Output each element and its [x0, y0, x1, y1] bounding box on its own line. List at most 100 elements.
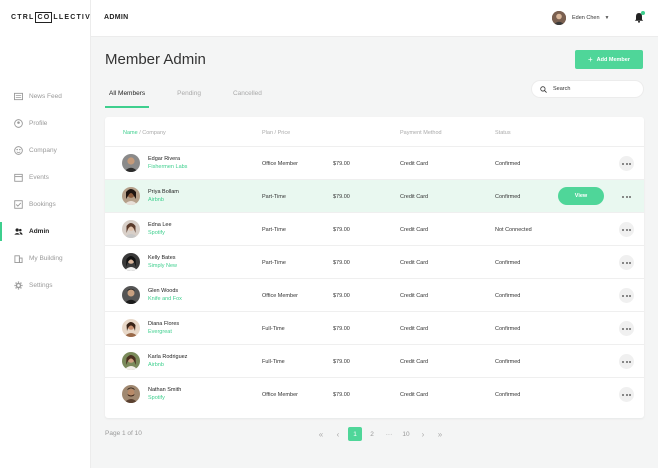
- table-row[interactable]: Kelly Bates Simply New Part-Time $79.00 …: [105, 245, 644, 278]
- page-info: Page 1 of 10: [105, 430, 142, 437]
- sidebar: CTRL CO LLECTIVE News Feed Profile Compa…: [0, 0, 96, 468]
- more-options-button[interactable]: [619, 288, 634, 303]
- member-name: Glen Woods: [148, 288, 179, 294]
- member-company-link[interactable]: Simply New: [148, 263, 177, 269]
- calendar-icon: [13, 173, 23, 183]
- member-company-link[interactable]: Fishermen Labs: [148, 164, 187, 170]
- page-current[interactable]: 1: [348, 427, 362, 441]
- member-tabs: All Members Pending Cancelled: [105, 84, 290, 108]
- table-row[interactable]: Karla Rodriguez Airbnb Full-Time $79.00 …: [105, 344, 644, 377]
- news-icon: [13, 92, 23, 102]
- member-avatar: [122, 286, 140, 304]
- sidebar-item-label: Admin: [29, 228, 50, 235]
- more-options-button[interactable]: [619, 222, 634, 237]
- member-price: $79.00: [333, 194, 350, 200]
- member-payment: Credit Card: [400, 392, 429, 398]
- member-name: Edna Lee: [148, 222, 172, 228]
- header-plan-price[interactable]: Plan / Price: [262, 130, 290, 136]
- member-name: Priya Bollam: [148, 189, 179, 195]
- table-row[interactable]: Diana Flores Evergreat Full-Time $79.00 …: [105, 311, 644, 344]
- page-next-number[interactable]: 2: [365, 427, 379, 441]
- table-header: Name / Company Plan / Price Payment Meth…: [105, 117, 644, 146]
- bell-icon[interactable]: [634, 11, 645, 23]
- plus-icon: +: [588, 55, 593, 64]
- sidebar-item-my-building[interactable]: My Building: [0, 245, 91, 272]
- sidebar-item-bookings[interactable]: Bookings: [0, 191, 91, 218]
- header-separator: /: [139, 130, 141, 136]
- next-page-icon[interactable]: ›: [416, 427, 430, 441]
- member-payment: Credit Card: [400, 227, 429, 233]
- member-status: Confirmed: [495, 326, 521, 332]
- more-options-button[interactable]: [619, 321, 634, 336]
- user-name: Eden Chen: [572, 15, 600, 21]
- more-options-button[interactable]: [619, 354, 634, 369]
- member-company-link[interactable]: Knife and Fox: [148, 296, 182, 302]
- header-name-company[interactable]: Name / Company: [123, 130, 166, 136]
- member-company-link[interactable]: Airbnb: [148, 197, 164, 203]
- member-price: $79.00: [333, 392, 350, 398]
- member-payment: Credit Card: [400, 293, 429, 299]
- table-row[interactable]: Edna Lee Spotify Part-Time $79.00 Credit…: [105, 212, 644, 245]
- add-member-button[interactable]: + Add Member: [575, 50, 643, 69]
- topbar: ADMIN Eden Chen ▼: [91, 0, 658, 37]
- member-avatar: [122, 319, 140, 337]
- table-row[interactable]: Glen Woods Knife and Fox Office Member $…: [105, 278, 644, 311]
- users-icon: [13, 227, 23, 237]
- more-options-button[interactable]: [619, 156, 634, 171]
- table-row[interactable]: Nathan Smith Spotify Office Member $79.0…: [105, 377, 644, 410]
- brand-logo[interactable]: CTRL CO LLECTIVE: [11, 12, 97, 23]
- view-button[interactable]: View: [558, 187, 604, 205]
- member-avatar: [122, 352, 140, 370]
- more-options-button[interactable]: [619, 255, 634, 270]
- header-status[interactable]: Status: [495, 130, 511, 136]
- member-status: Confirmed: [495, 359, 521, 365]
- member-status: Confirmed: [495, 161, 521, 167]
- member-company-link[interactable]: Spotify: [148, 395, 165, 401]
- gear-icon: [13, 281, 23, 291]
- user-menu[interactable]: Eden Chen ▼: [552, 11, 609, 25]
- member-price: $79.00: [333, 161, 350, 167]
- sidebar-item-news-feed[interactable]: News Feed: [0, 83, 91, 110]
- sidebar-item-label: Company: [29, 147, 57, 154]
- sidebar-item-profile[interactable]: Profile: [0, 110, 91, 137]
- search-placeholder: Search: [553, 86, 571, 92]
- page-title: Member Admin: [105, 51, 206, 68]
- member-payment: Credit Card: [400, 326, 429, 332]
- add-member-label: Add Member: [596, 56, 630, 63]
- member-company-link[interactable]: Spotify: [148, 230, 165, 236]
- member-plan: Office Member: [262, 392, 298, 398]
- logo-text-left: CTRL: [11, 14, 35, 21]
- member-status: Confirmed: [495, 260, 521, 266]
- header-payment[interactable]: Payment Method: [400, 130, 442, 136]
- sidebar-item-admin[interactable]: Admin: [0, 218, 91, 245]
- tab-pending[interactable]: Pending: [173, 84, 205, 108]
- last-page-icon[interactable]: »: [433, 427, 447, 441]
- tab-cancelled[interactable]: Cancelled: [229, 84, 266, 108]
- member-company-link[interactable]: Airbnb: [148, 362, 164, 368]
- topbar-title: ADMIN: [104, 14, 129, 21]
- more-options-button[interactable]: [619, 387, 634, 402]
- tab-all-members[interactable]: All Members: [105, 84, 150, 108]
- table-row[interactable]: Edgar Rivera Fishermen Labs Office Membe…: [105, 146, 644, 179]
- sidebar-item-label: News Feed: [29, 93, 62, 100]
- member-plan: Full-Time: [262, 359, 285, 365]
- more-options-button[interactable]: [619, 189, 634, 204]
- member-payment: Credit Card: [400, 194, 429, 200]
- profile-icon: [13, 119, 23, 129]
- table-row[interactable]: Priya Bollam Airbnb Part-Time $79.00 Cre…: [105, 179, 644, 212]
- sidebar-item-events[interactable]: Events: [0, 164, 91, 191]
- member-plan: Part-Time: [262, 194, 286, 200]
- chevron-down-icon: ▼: [604, 15, 610, 21]
- first-page-icon[interactable]: «: [314, 427, 328, 441]
- search-input[interactable]: Search: [531, 80, 644, 98]
- sidebar-item-company[interactable]: Company: [0, 137, 91, 164]
- member-plan: Office Member: [262, 161, 298, 167]
- sidebar-item-settings[interactable]: Settings: [0, 272, 91, 299]
- member-company-link[interactable]: Evergreat: [148, 329, 172, 335]
- prev-page-icon[interactable]: ‹: [331, 427, 345, 441]
- member-avatar: [122, 253, 140, 271]
- member-payment: Credit Card: [400, 359, 429, 365]
- page-last-number[interactable]: 10: [399, 427, 413, 441]
- bookings-icon: [13, 200, 23, 210]
- building-icon: [13, 254, 23, 264]
